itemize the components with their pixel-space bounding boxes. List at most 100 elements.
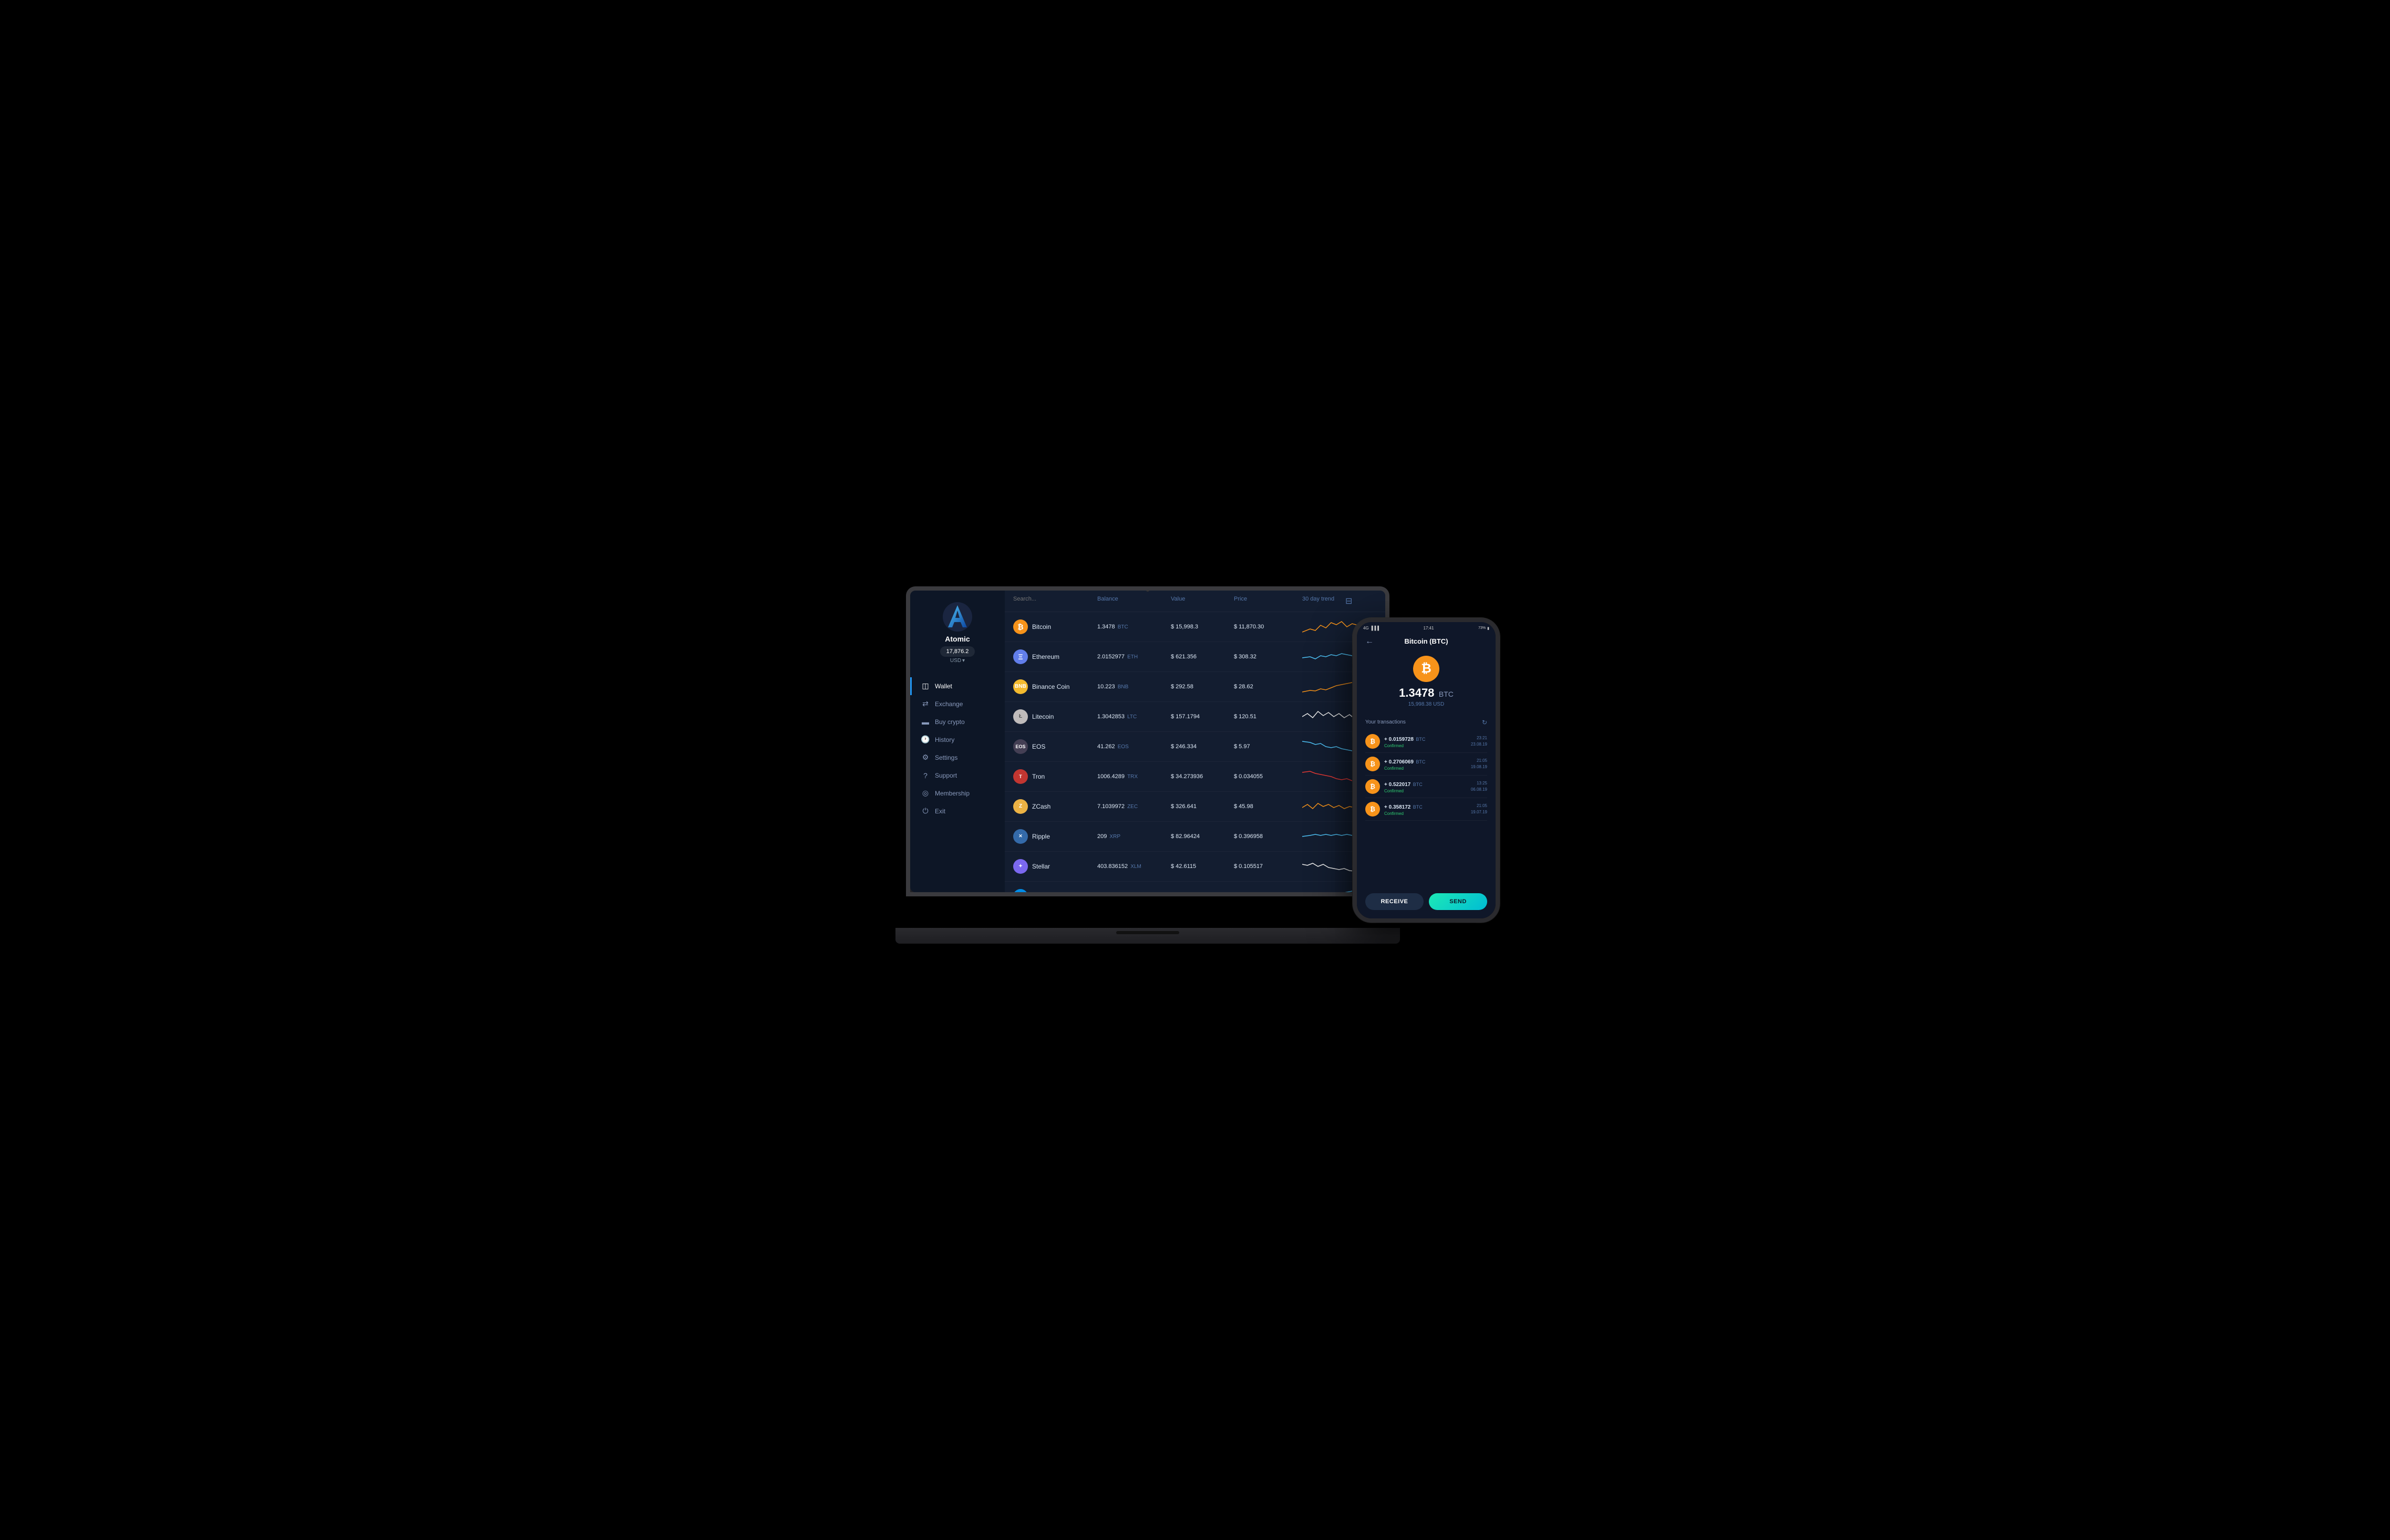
balance-cell: 1006.4289 TRX xyxy=(1097,773,1171,780)
tx-status: Confirmed xyxy=(1384,811,1467,816)
value-cell: $ 246.334 xyxy=(1171,743,1234,750)
balance-cell: 41.262 EOS xyxy=(1097,743,1171,750)
dash-logo: D xyxy=(1013,889,1028,892)
currency-label: USD ▾ xyxy=(950,658,965,664)
tx-details: + 0.358172 BTC Confirmed xyxy=(1384,802,1467,816)
time-label: 17:41 xyxy=(1424,626,1434,631)
price-cell: $ 308.32 xyxy=(1234,654,1302,660)
sidebar-item-history[interactable]: 🕐 History xyxy=(910,731,1005,749)
tx-details: + 0.522017 BTC Confirmed xyxy=(1384,779,1467,793)
tx-coin-logo: ₿ xyxy=(1365,802,1380,816)
trend-cell xyxy=(1302,796,1360,817)
table-row[interactable]: Z ZCash 7.1039972 ZEC $ 326.641 $ 45.98 xyxy=(1005,792,1385,822)
phone-usd-value: 15,998.38 USD xyxy=(1408,701,1444,707)
price-cell: $ 120.51 xyxy=(1234,714,1302,720)
value-cell: $ 15,998.3 xyxy=(1171,624,1234,630)
ethereum-logo: Ξ xyxy=(1013,649,1028,664)
coin-info: EOS EOS xyxy=(1013,739,1097,754)
tx-amount-row: + 0.522017 BTC xyxy=(1384,779,1467,789)
tx-time: 23:21 23.08.19 xyxy=(1471,735,1487,748)
trend-cell xyxy=(1302,736,1360,757)
exchange-icon: ⇄ xyxy=(921,700,930,708)
main-content: Balance Value Price 30 day trend ⊟ ₿ Bit… xyxy=(1005,591,1385,892)
ltc-logo: Ł xyxy=(1013,709,1028,724)
membership-icon: ◎ xyxy=(921,789,930,798)
price-cell: $ 0.034055 xyxy=(1234,773,1302,780)
table-header: Balance Value Price 30 day trend ⊟ xyxy=(1005,591,1385,612)
coin-info: Z ZCash xyxy=(1013,799,1097,814)
zec-logo: Z xyxy=(1013,799,1028,814)
tx-item[interactable]: ₿ + 0.522017 BTC Confirmed 13:25 06.08.1… xyxy=(1365,776,1487,798)
tx-coin-logo: ₿ xyxy=(1365,757,1380,771)
balance-cell: 209 XRP xyxy=(1097,833,1171,840)
phone-header: ← Bitcoin (BTC) xyxy=(1357,633,1496,650)
coin-info: ₿ Bitcoin xyxy=(1013,619,1097,634)
back-button[interactable]: ← xyxy=(1365,637,1374,646)
sidebar-item-buy-crypto[interactable]: ▬ Buy crypto xyxy=(910,713,1005,731)
sidebar-item-membership[interactable]: ◎ Membership xyxy=(910,784,1005,802)
price-cell: $ 5.97 xyxy=(1234,743,1302,750)
sidebar-item-settings[interactable]: ⚙ Settings xyxy=(910,749,1005,767)
laptop-body: Atomic 17,876.2 USD ▾ ◫ Wallet xyxy=(906,586,1389,896)
tx-item[interactable]: ₿ + 0.2706069 BTC Confirmed 21:05 19.08.… xyxy=(1365,753,1487,776)
table-row[interactable]: EOS EOS 41.262 EOS $ 246.334 $ 5.97 xyxy=(1005,732,1385,762)
bnb-logo: BNB xyxy=(1013,679,1028,694)
phone-actions: RECEIVE SEND xyxy=(1357,888,1496,918)
trend-cell xyxy=(1302,706,1360,727)
phone-balance: 1.3478 xyxy=(1399,686,1434,699)
sidebar-item-wallet[interactable]: ◫ Wallet xyxy=(910,677,1005,695)
trend-column-header: 30 day trend xyxy=(1302,596,1345,606)
tx-amount-row: + 0.358172 BTC xyxy=(1384,802,1467,811)
xlm-logo: ✦ xyxy=(1013,859,1028,874)
table-row[interactable]: T Tron 1006.4289 TRX $ 34.273936 $ 0.034… xyxy=(1005,762,1385,792)
table-row[interactable]: BNB Binance Coin 10.223 BNB $ 292.58 $ 2… xyxy=(1005,672,1385,702)
scene: Atomic 17,876.2 USD ▾ ◫ Wallet xyxy=(906,586,1484,954)
refresh-icon[interactable]: ↻ xyxy=(1482,719,1487,726)
value-cell: $ 34.273936 xyxy=(1171,773,1234,780)
value-column-header: Value xyxy=(1171,596,1234,606)
filter-icon[interactable]: ⊟ xyxy=(1345,596,1377,606)
sidebar-item-exit[interactable]: ⏻ Exit xyxy=(910,802,1005,820)
table-row[interactable]: D Dash 1.62 DASH $ 257.8878 $ 159.19 xyxy=(1005,882,1385,892)
phone-balance-unit: BTC xyxy=(1439,690,1454,698)
trend-cell xyxy=(1302,826,1360,847)
value-cell: $ 42.6115 xyxy=(1171,863,1234,870)
price-cell: $ 45.98 xyxy=(1234,803,1302,810)
table-row[interactable]: Ξ Ethereum 2.0152977 ETH $ 621.356 $ 308… xyxy=(1005,642,1385,672)
status-icons: 73% ▮ xyxy=(1478,626,1489,631)
coin-info: ✕ Ripple xyxy=(1013,829,1097,844)
tx-time: 13:25 06.08.19 xyxy=(1471,780,1487,793)
tx-details: + 0.0159728 BTC Confirmed xyxy=(1384,734,1467,748)
sidebar-item-support[interactable]: ? Support xyxy=(910,767,1005,784)
tx-status: Confirmed xyxy=(1384,789,1467,793)
receive-button[interactable]: RECEIVE xyxy=(1365,893,1424,910)
table-row[interactable]: ✕ Ripple 209 XRP $ 82.96424 $ 0.396958 xyxy=(1005,822,1385,852)
value-cell: $ 82.96424 xyxy=(1171,833,1234,840)
sidebar-item-exchange[interactable]: ⇄ Exchange xyxy=(910,695,1005,713)
tx-item[interactable]: ₿ + 0.0159728 BTC Confirmed 23:21 23.08.… xyxy=(1365,730,1487,753)
table-row[interactable]: ₿ Bitcoin 1.3478 BTC $ 15,998.3 $ 11,870… xyxy=(1005,612,1385,642)
xrp-logo: ✕ xyxy=(1013,829,1028,844)
phone-coin-display: ₿ 1.3478 BTC 15,998.38 USD xyxy=(1357,650,1496,715)
trend-cell xyxy=(1302,856,1360,877)
phone-coin-logo: ₿ xyxy=(1413,656,1439,682)
tx-time: 21:05 19.07.19 xyxy=(1471,803,1487,815)
camera-dot xyxy=(1146,588,1149,592)
balance-cell: 7.1039972 ZEC xyxy=(1097,803,1171,810)
coin-info: D Dash xyxy=(1013,889,1097,892)
value-cell: $ 621.356 xyxy=(1171,654,1234,660)
send-button[interactable]: SEND xyxy=(1429,893,1487,910)
coin-info: Ł Litecoin xyxy=(1013,709,1097,724)
table-row[interactable]: ✦ Stellar 403.836152 XLM $ 42.6115 $ 0.1… xyxy=(1005,852,1385,882)
trx-logo: T xyxy=(1013,769,1028,784)
price-cell: $ 0.396958 xyxy=(1234,833,1302,840)
phone-page-title: Bitcoin (BTC) xyxy=(1404,637,1448,645)
tx-time: 21:05 19.08.19 xyxy=(1471,758,1487,770)
search-input[interactable] xyxy=(1013,596,1097,602)
tx-item[interactable]: ₿ + 0.358172 BTC Confirmed 21:05 19.07.1… xyxy=(1365,798,1487,821)
wallet-icon: ◫ xyxy=(921,682,930,690)
value-cell: $ 292.58 xyxy=(1171,684,1234,690)
table-row[interactable]: Ł Litecoin 1.3042853 LTC $ 157.1794 $ 12… xyxy=(1005,702,1385,732)
coin-info: BNB Binance Coin xyxy=(1013,679,1097,694)
phone: 4G ▐▐▐ 17:41 73% ▮ ← Bitcoin (BTC) ₿ 1.3… xyxy=(1353,618,1500,923)
